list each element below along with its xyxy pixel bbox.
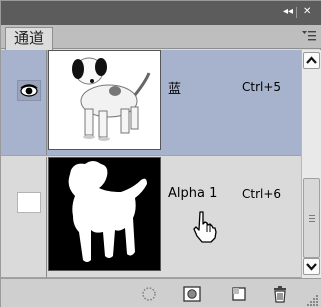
trash-icon[interactable] xyxy=(271,285,289,303)
mask-icon[interactable] xyxy=(183,285,201,303)
scroll-down-button[interactable] xyxy=(303,258,320,275)
vertical-scrollbar[interactable] xyxy=(301,50,321,278)
scroll-thumb[interactable] xyxy=(303,178,320,258)
channel-shortcut: Ctrl+5 xyxy=(242,80,282,94)
tab-channels[interactable]: 通道 xyxy=(5,27,54,50)
alpha-mask-image xyxy=(49,158,160,270)
channel-shortcut: Ctrl+6 xyxy=(242,187,282,201)
channel-thumbnail xyxy=(48,157,161,271)
puppy-photo xyxy=(49,51,160,149)
visibility-toggle[interactable] xyxy=(17,80,41,101)
hand-cursor-icon xyxy=(193,211,217,243)
row-divider xyxy=(46,157,47,277)
channel-row-alpha1[interactable]: Alpha 1 Ctrl+6 xyxy=(1,157,301,278)
channel-thumbnail xyxy=(48,50,161,150)
row-divider xyxy=(46,50,47,155)
close-icon[interactable]: ✕ xyxy=(303,6,311,18)
collapse-icon[interactable]: ◂◂ xyxy=(283,6,293,18)
panel-footer xyxy=(1,278,321,307)
panel-menu-icon[interactable] xyxy=(302,30,316,42)
eye-icon xyxy=(20,84,38,97)
strip-divider xyxy=(296,7,297,18)
channel-list: 蓝 Ctrl+5 Alpha 1 Ctrl+6 xyxy=(1,50,301,278)
channel-name: 蓝 xyxy=(168,82,182,97)
new-channel-icon[interactable] xyxy=(230,285,248,303)
dotted-circle-icon[interactable] xyxy=(140,285,158,303)
visibility-toggle[interactable] xyxy=(17,192,41,213)
scroll-up-button[interactable] xyxy=(303,52,320,69)
channels-panel: ◂◂ ✕ 通道 蓝 Ctrl+5 Alpha 1 Ctrl+6 xyxy=(0,0,321,307)
channel-name: Alpha 1 xyxy=(168,186,218,201)
panel-title-strip: ◂◂ ✕ xyxy=(1,1,321,25)
resize-grip-icon[interactable] xyxy=(305,293,319,307)
channel-row-blue[interactable]: 蓝 Ctrl+5 xyxy=(1,50,301,156)
chevron-up-icon xyxy=(306,56,317,64)
tab-bar: 通道 xyxy=(1,25,321,50)
chevron-down-icon xyxy=(306,263,317,271)
